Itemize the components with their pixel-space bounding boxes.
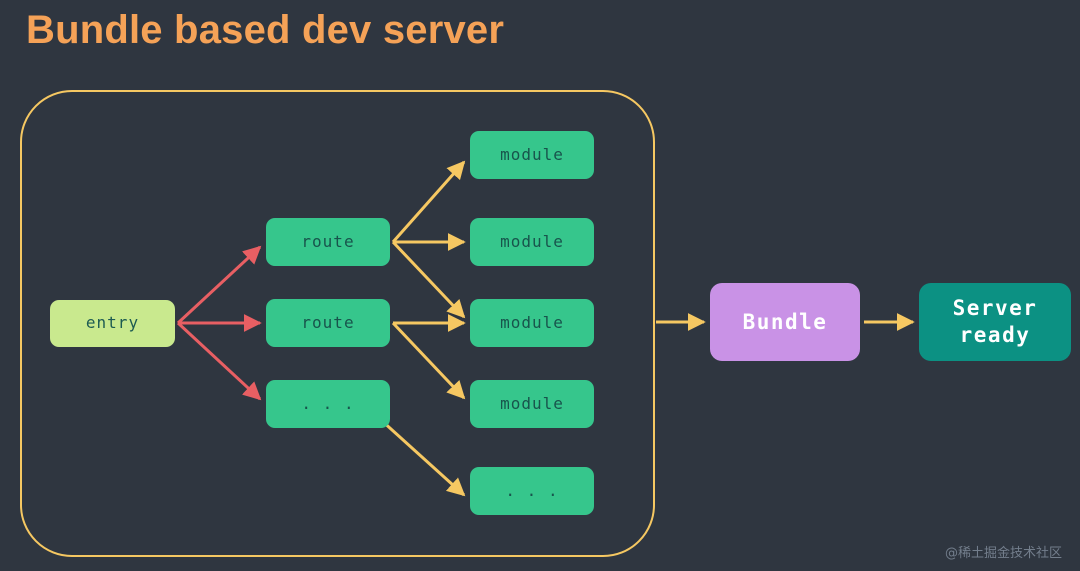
node-module-2-label: module [500, 232, 564, 252]
node-module-ellipsis[interactable]: . . . [470, 467, 594, 515]
node-module-1[interactable]: module [470, 131, 594, 179]
node-module-3[interactable]: module [470, 299, 594, 347]
node-entry[interactable]: entry [50, 300, 175, 347]
watermark: @稀土掘金技术社区 [945, 542, 1062, 561]
node-route-2[interactable]: route [266, 299, 390, 347]
node-route-ellipsis-label: . . . [301, 394, 354, 414]
node-server-ready-line-1: Server [953, 295, 1038, 322]
node-route-1[interactable]: route [266, 218, 390, 266]
diagram-canvas: Bundle based dev server entry [0, 0, 1080, 571]
node-module-4[interactable]: module [470, 380, 594, 428]
node-route-2-label: route [301, 313, 354, 333]
page-title: Bundle based dev server [26, 8, 504, 53]
node-module-2[interactable]: module [470, 218, 594, 266]
node-bundle[interactable]: Bundle [710, 283, 860, 361]
node-module-1-label: module [500, 145, 564, 165]
node-entry-label: entry [86, 313, 139, 333]
node-bundle-label: Bundle [743, 309, 828, 336]
node-route-1-label: route [301, 232, 354, 252]
node-module-4-label: module [500, 394, 564, 414]
node-module-3-label: module [500, 313, 564, 333]
node-module-ellipsis-label: . . . [505, 481, 558, 501]
node-server-ready[interactable]: Server ready [919, 283, 1071, 361]
node-route-ellipsis[interactable]: . . . [266, 380, 390, 428]
node-server-ready-line-2: ready [960, 322, 1031, 349]
